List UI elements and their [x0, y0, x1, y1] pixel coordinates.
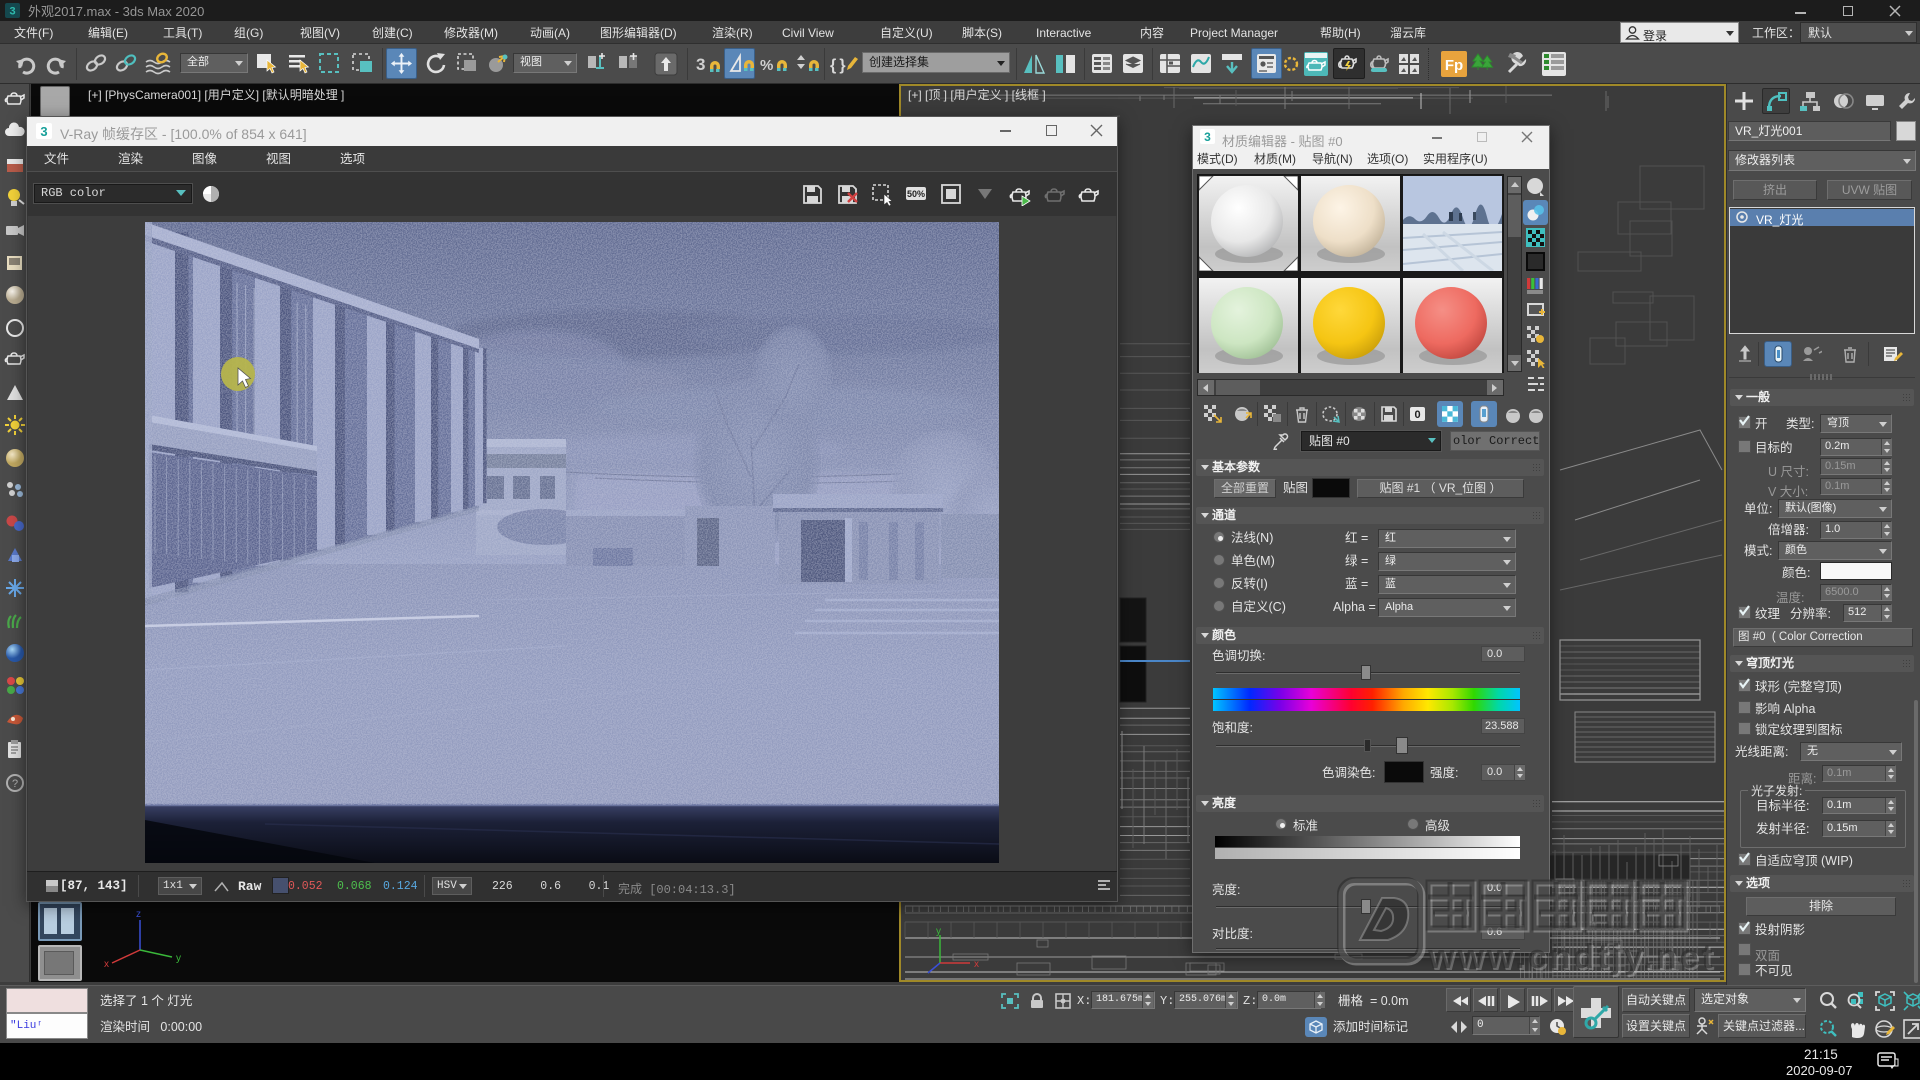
svg-text:0: 0 [1414, 409, 1420, 421]
svg-text:x: x [104, 959, 109, 970]
svg-text:x: x [974, 959, 979, 970]
svg-text:50%: 50% [907, 189, 925, 199]
svg-text:3: 3 [1204, 130, 1211, 144]
svg-text:y: y [176, 953, 181, 964]
svg-text:y: y [936, 926, 941, 937]
svg-text:z: z [136, 909, 141, 920]
svg-text:3: 3 [40, 124, 47, 139]
